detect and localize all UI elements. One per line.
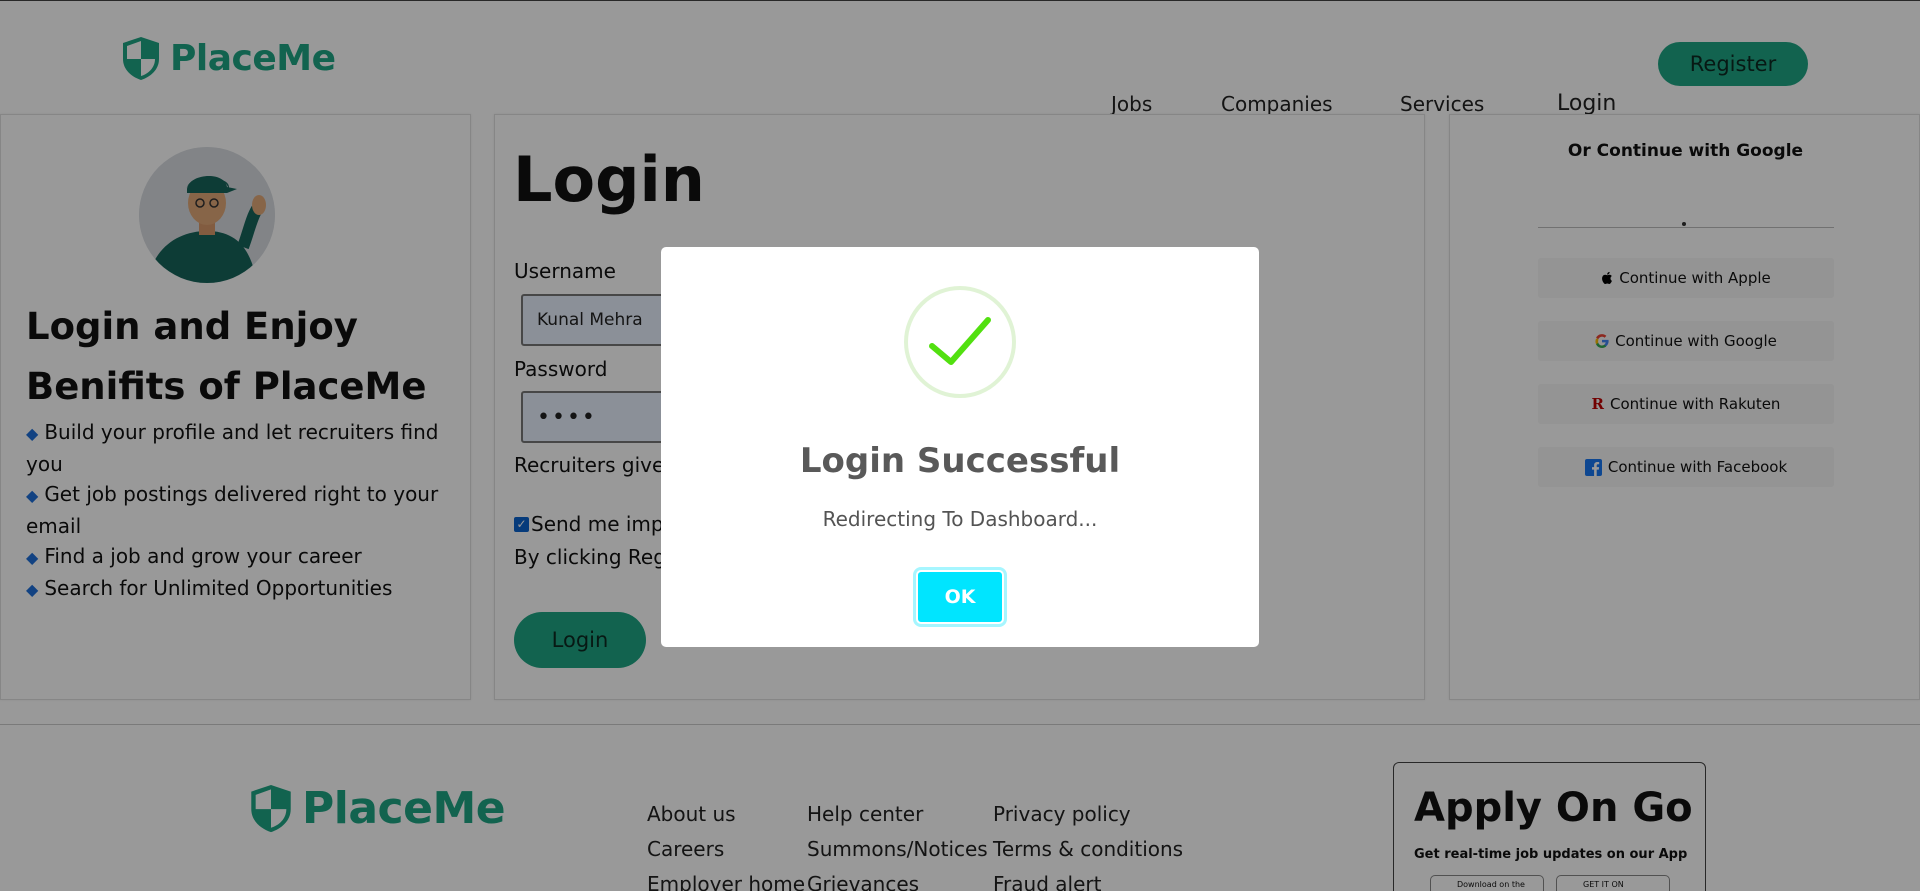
modal-title: Login Successful	[799, 441, 1121, 481]
success-modal: Login Successful Redirecting To Dashboar…	[661, 247, 1259, 647]
success-check-icon	[904, 286, 1016, 398]
modal-message: Redirecting To Dashboard...	[822, 507, 1098, 531]
ok-button[interactable]: OK	[916, 570, 1004, 624]
